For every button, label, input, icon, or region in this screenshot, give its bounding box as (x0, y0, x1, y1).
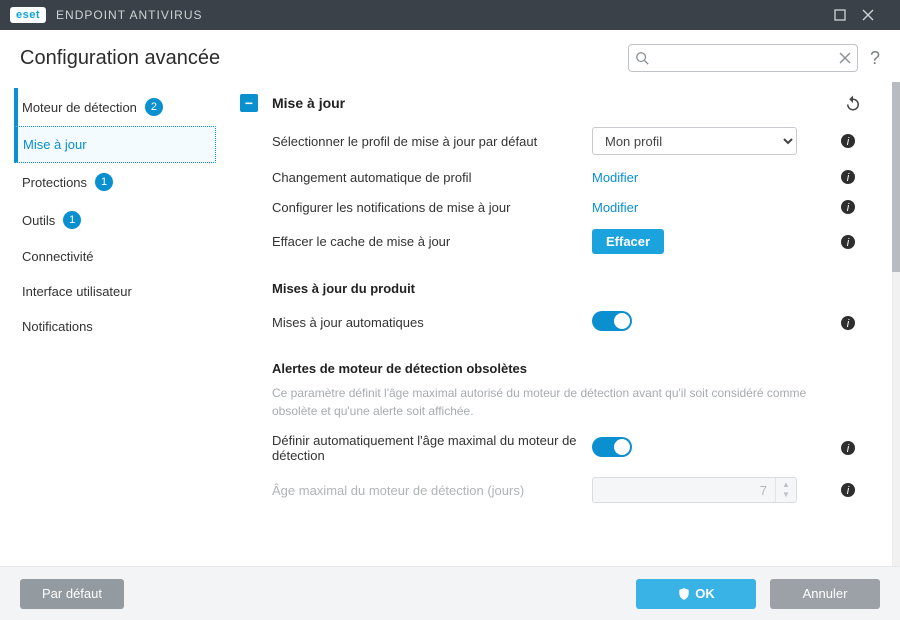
info-icon[interactable]: i (840, 133, 862, 149)
max-age-value: 7 (593, 478, 776, 502)
collapse-icon[interactable]: − (240, 94, 258, 112)
app-name: ENDPOINT ANTIVIRUS (56, 8, 202, 22)
max-age-spinner: 7 ▲ ▼ (592, 477, 797, 503)
row-label: Sélectionner le profil de mise à jour pa… (272, 134, 592, 149)
scrollbar-thumb[interactable] (892, 82, 900, 272)
modify-link[interactable]: Modifier (592, 170, 638, 185)
titlebar: eset ENDPOINT ANTIVIRUS (0, 0, 900, 30)
modify-link[interactable]: Modifier (592, 200, 638, 215)
info-icon[interactable]: i (840, 234, 862, 250)
sidebar-item-detection-engine[interactable]: Moteur de détection 2 (14, 88, 216, 126)
section-header-update: − Mise à jour (240, 86, 862, 120)
brand-logo: eset (10, 7, 46, 23)
profile-select[interactable]: Mon profil (592, 127, 797, 155)
sidebar: Moteur de détection 2 Mise à jour Protec… (0, 82, 230, 582)
search-clear-icon[interactable] (839, 52, 851, 64)
sidebar-item-protections[interactable]: Protections 1 (14, 163, 216, 201)
spinner-up-icon[interactable]: ▲ (776, 480, 796, 490)
subheading-product-updates: Mises à jour du produit (240, 261, 862, 304)
cancel-button[interactable]: Annuler (770, 579, 880, 609)
row-label: Changement automatique de profil (272, 170, 592, 185)
subheading-obsolete-alerts: Alertes de moteur de détection obsolètes (240, 341, 862, 384)
sidebar-item-label: Outils (22, 213, 55, 228)
row-clear-cache: Effacer le cache de mise à jour Effacer … (240, 222, 862, 261)
sidebar-item-connectivity[interactable]: Connectivité (14, 239, 216, 274)
sidebar-item-label: Interface utilisateur (22, 284, 132, 299)
revert-icon[interactable] (844, 94, 862, 112)
sidebar-badge: 2 (145, 98, 163, 116)
ok-button[interactable]: OK (636, 579, 756, 609)
sidebar-item-update[interactable]: Mise à jour (14, 126, 216, 163)
sidebar-item-tools[interactable]: Outils 1 (14, 201, 216, 239)
row-auto-max-age: Définir automatiquement l'âge maximal du… (240, 426, 862, 470)
sidebar-item-label: Notifications (22, 319, 93, 334)
clear-cache-button[interactable]: Effacer (592, 229, 664, 254)
row-default-profile: Sélectionner le profil de mise à jour pa… (240, 120, 862, 162)
row-label: Mises à jour automatiques (272, 315, 592, 330)
window-maximize-icon[interactable] (834, 9, 862, 21)
row-auto-switch: Changement automatique de profil Modifie… (240, 162, 862, 192)
shield-icon (677, 587, 691, 601)
obsolete-description: Ce paramètre définit l'âge maximal autor… (240, 384, 862, 426)
row-label: Configurer les notifications de mise à j… (272, 200, 592, 215)
sidebar-badge: 1 (63, 211, 81, 229)
sidebar-item-notifications[interactable]: Notifications (14, 309, 216, 344)
search-input[interactable] (628, 44, 858, 72)
row-label: Âge maximal du moteur de détection (jour… (272, 483, 592, 498)
default-button[interactable]: Par défaut (20, 579, 124, 609)
sidebar-item-label: Connectivité (22, 249, 94, 264)
auto-updates-toggle[interactable] (592, 311, 632, 331)
row-configure-notifications: Configurer les notifications de mise à j… (240, 192, 862, 222)
window-close-icon[interactable] (862, 9, 890, 21)
info-icon[interactable]: i (840, 315, 862, 331)
search-icon (635, 51, 649, 65)
scrollbar-track[interactable] (892, 82, 900, 582)
sidebar-item-label: Mise à jour (23, 137, 87, 152)
info-icon[interactable]: i (840, 199, 862, 215)
spinner-down-icon[interactable]: ▼ (776, 490, 796, 500)
page-title: Configuration avancée (20, 47, 220, 70)
main-panel: − Mise à jour Sélectionner le profil de … (230, 82, 900, 582)
row-label: Définir automatiquement l'âge maximal du… (272, 433, 592, 463)
info-icon[interactable]: i (840, 440, 862, 456)
search-box (628, 44, 858, 72)
auto-max-age-toggle[interactable] (592, 437, 632, 457)
sidebar-item-label: Moteur de détection (22, 100, 137, 115)
sidebar-item-ui[interactable]: Interface utilisateur (14, 274, 216, 309)
row-auto-updates: Mises à jour automatiques i (240, 304, 862, 341)
info-icon[interactable]: i (840, 169, 862, 185)
row-max-age-days: Âge maximal du moteur de détection (jour… (240, 470, 862, 510)
row-label: Effacer le cache de mise à jour (272, 234, 592, 249)
footer: Par défaut OK Annuler (0, 566, 900, 620)
help-icon[interactable]: ? (870, 48, 880, 69)
sidebar-item-label: Protections (22, 175, 87, 190)
sidebar-badge: 1 (95, 173, 113, 191)
subheader: Configuration avancée ? (0, 30, 900, 82)
info-icon[interactable]: i (840, 482, 862, 498)
section-title: Mise à jour (272, 95, 345, 111)
ok-label: OK (695, 586, 715, 601)
